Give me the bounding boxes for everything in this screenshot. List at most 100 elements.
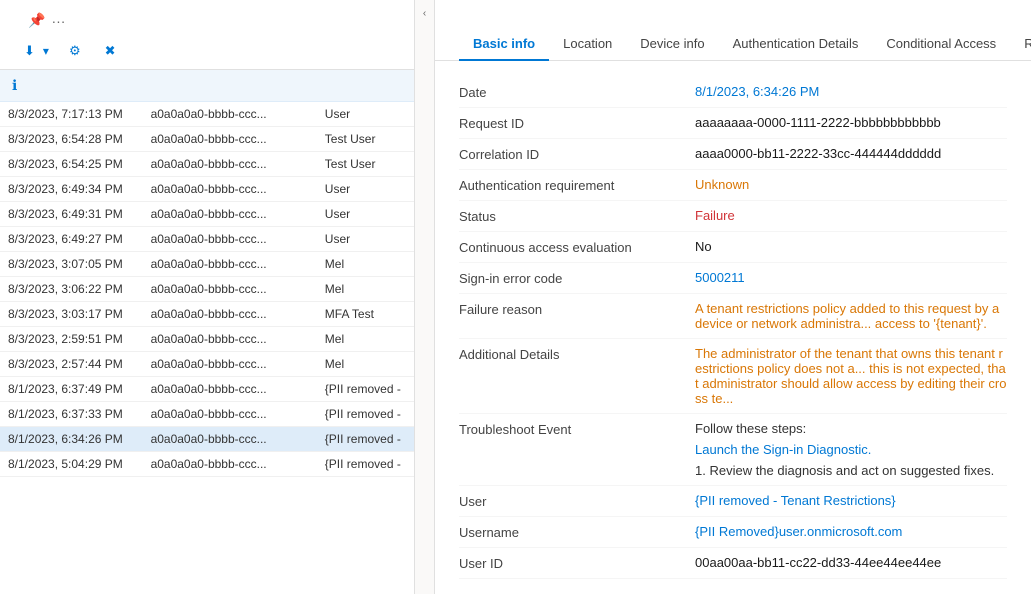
table-row[interactable]: 8/3/2023, 6:49:34 PM a0a0a0a0-bbbb-ccc..… (0, 177, 414, 202)
log-id: a0a0a0a0-bbbb-ccc... (143, 427, 317, 452)
pin-icon[interactable]: 📌 (28, 12, 45, 29)
collapse-button[interactable]: ‹ (415, 0, 435, 594)
download-button[interactable]: ⬇ ▾ (16, 39, 57, 63)
log-user: {PII removed - (317, 402, 414, 427)
log-user: {PII removed - (317, 427, 414, 452)
detail-header (435, 0, 1031, 28)
log-date: 8/1/2023, 6:37:49 PM (0, 377, 143, 402)
right-panel: Basic infoLocationDevice infoAuthenticat… (435, 0, 1031, 594)
info-bar: ℹ (0, 70, 414, 102)
more-icon[interactable]: ··· (51, 13, 65, 29)
log-user: User (317, 227, 414, 252)
detail-field-label: Failure reason (459, 301, 679, 317)
log-user: Test User (317, 152, 414, 177)
detail-field-label: Continuous access evaluation (459, 239, 679, 255)
detail-row: Request ID aaaaaaaa-0000-1111-2222-bbbbbb… (459, 108, 1007, 139)
log-user: {PII removed - (317, 452, 414, 477)
detail-field-label: User ID (459, 555, 679, 571)
table-row[interactable]: 8/3/2023, 6:49:31 PM a0a0a0a0-bbbb-ccc..… (0, 202, 414, 227)
detail-field-label: Troubleshoot Event (459, 421, 679, 437)
detail-field-value: 5000211 (695, 270, 1007, 285)
log-scroll[interactable]: 8/3/2023, 7:17:13 PM a0a0a0a0-bbbb-ccc..… (0, 102, 414, 594)
log-id: a0a0a0a0-bbbb-ccc... (143, 302, 317, 327)
table-row[interactable]: 8/3/2023, 2:59:51 PM a0a0a0a0-bbbb-ccc..… (0, 327, 414, 352)
log-table: 8/3/2023, 7:17:13 PM a0a0a0a0-bbbb-ccc..… (0, 102, 414, 477)
log-date: 8/3/2023, 3:06:22 PM (0, 277, 143, 302)
table-row[interactable]: 8/3/2023, 7:17:13 PM a0a0a0a0-bbbb-ccc..… (0, 102, 414, 127)
table-row[interactable]: 8/1/2023, 6:37:49 PM a0a0a0a0-bbbb-ccc..… (0, 377, 414, 402)
export-icon: ⚙ (69, 43, 81, 59)
detail-field-label: Request ID (459, 115, 679, 131)
table-row[interactable]: 8/3/2023, 6:49:27 PM a0a0a0a0-bbbb-ccc..… (0, 227, 414, 252)
detail-field-value: {PII Removed}user.onmicrosoft.com (695, 524, 1007, 539)
detail-row: User ID 00aa00aa-bb11-cc22-dd33-44ee44ee4… (459, 548, 1007, 579)
table-row[interactable]: 8/3/2023, 3:03:17 PM a0a0a0a0-bbbb-ccc..… (0, 302, 414, 327)
detail-row: Authentication requirement Unknown (459, 170, 1007, 201)
log-id: a0a0a0a0-bbbb-ccc... (143, 452, 317, 477)
table-row[interactable]: 8/3/2023, 6:54:28 PM a0a0a0a0-bbbb-ccc..… (0, 127, 414, 152)
detail-row: Username {PII Removed}user.onmicrosoft.co… (459, 517, 1007, 548)
log-user: User (317, 177, 414, 202)
log-date: 8/3/2023, 7:17:13 PM (0, 102, 143, 127)
table-row[interactable]: 8/1/2023, 6:37:33 PM a0a0a0a0-bbbb-ccc..… (0, 402, 414, 427)
log-user: User (317, 102, 414, 127)
detail-field-value: aaaaaaaa-0000-1111-2222-bbbbbbbbbbbb (695, 115, 1007, 130)
detail-field-value: Failure (695, 208, 1007, 223)
log-date: 8/1/2023, 5:04:29 PM (0, 452, 143, 477)
table-row[interactable]: 8/1/2023, 5:04:29 PM a0a0a0a0-bbbb-ccc..… (0, 452, 414, 477)
detail-field-label: Correlation ID (459, 146, 679, 162)
table-row[interactable]: 8/1/2023, 6:34:26 PM a0a0a0a0-bbbb-ccc..… (0, 427, 414, 452)
detail-content[interactable]: Date8/1/2023, 6:34:26 PM Request ID aaaaaa… (435, 61, 1031, 594)
log-user: Mel (317, 252, 414, 277)
panel-header: 📌 ··· (0, 0, 414, 35)
log-id: a0a0a0a0-bbbb-ccc... (143, 402, 317, 427)
log-date: 8/3/2023, 6:49:31 PM (0, 202, 143, 227)
detail-field-value: A tenant restrictions policy added to th… (695, 301, 1007, 331)
detail-field-value: Follow these steps: Launch the Sign-in D… (695, 421, 1007, 478)
collapse-icon: ‹ (423, 8, 426, 19)
table-row[interactable]: 8/3/2023, 2:57:44 PM a0a0a0a0-bbbb-ccc..… (0, 352, 414, 377)
log-id: a0a0a0a0-bbbb-ccc... (143, 102, 317, 127)
detail-field-value: Unknown (695, 177, 1007, 192)
follow-steps-text: Follow these steps: (695, 421, 1007, 436)
tab-basic-info[interactable]: Basic info (459, 28, 549, 61)
tabs-bar: Basic infoLocationDevice infoAuthenticat… (435, 28, 1031, 61)
export-button[interactable]: ⚙ (61, 39, 93, 63)
detail-field-value: 00aa00aa-bb11-cc22-dd33-44ee44ee44ee (695, 555, 1007, 570)
launch-diagnostic-link[interactable]: Launch the Sign-in Diagnostic. (695, 442, 1007, 457)
detail-field-value: {PII removed - Tenant Restrictions} (695, 493, 1007, 508)
log-date: 8/3/2023, 3:07:05 PM (0, 252, 143, 277)
tab-report-only[interactable]: Report-only (1010, 28, 1031, 61)
table-row[interactable]: 8/3/2023, 6:54:25 PM a0a0a0a0-bbbb-ccc..… (0, 152, 414, 177)
detail-row: User {PII removed - Tenant Restrictions} (459, 486, 1007, 517)
detail-field-label: Authentication requirement (459, 177, 679, 193)
log-date: 8/1/2023, 6:37:33 PM (0, 402, 143, 427)
tab-device-info[interactable]: Device info (626, 28, 718, 61)
log-user: Mel (317, 277, 414, 302)
log-id: a0a0a0a0-bbbb-ccc... (143, 227, 317, 252)
detail-row: Additional DetailsThe administrator of t… (459, 339, 1007, 414)
log-id: a0a0a0a0-bbbb-ccc... (143, 377, 317, 402)
info-icon: ℹ (12, 77, 17, 94)
table-row[interactable]: 8/3/2023, 3:06:22 PM a0a0a0a0-bbbb-ccc..… (0, 277, 414, 302)
panel-header-icons: 📌 ··· (28, 12, 65, 29)
log-user: Test User (317, 127, 414, 152)
tab-location[interactable]: Location (549, 28, 626, 61)
log-date: 8/3/2023, 6:54:28 PM (0, 127, 143, 152)
log-user: User (317, 202, 414, 227)
log-id: a0a0a0a0-bbbb-ccc... (143, 152, 317, 177)
detail-row: Failure reason A tenant restrictions poli… (459, 294, 1007, 339)
log-id: a0a0a0a0-bbbb-ccc... (143, 327, 317, 352)
detail-field-label: Date (459, 84, 679, 100)
log-date: 8/1/2023, 6:34:26 PM (0, 427, 143, 452)
log-id: a0a0a0a0-bbbb-ccc... (143, 177, 317, 202)
detail-row: Date8/1/2023, 6:34:26 PM (459, 77, 1007, 108)
table-row[interactable]: 8/3/2023, 3:07:05 PM a0a0a0a0-bbbb-ccc..… (0, 252, 414, 277)
troubleshoot-button[interactable]: ✖ (97, 39, 128, 63)
log-user: {PII removed - (317, 377, 414, 402)
download-chevron-icon: ▾ (43, 44, 49, 58)
detail-field-label: Username (459, 524, 679, 540)
tab-authentication-details[interactable]: Authentication Details (719, 28, 873, 61)
detail-field-label: User (459, 493, 679, 509)
tab-conditional-access[interactable]: Conditional Access (872, 28, 1010, 61)
